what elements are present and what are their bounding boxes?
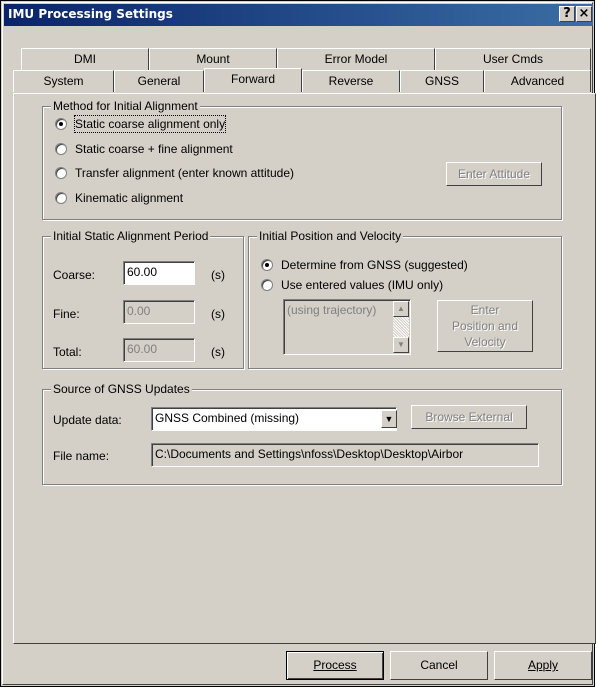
close-button[interactable]: × bbox=[576, 6, 592, 22]
radio-button bbox=[55, 192, 67, 204]
tab-label: User Cmds bbox=[482, 52, 543, 66]
coarse-input[interactable]: 60.00 bbox=[123, 261, 195, 285]
enter-attitude-button[interactable]: Enter Attitude bbox=[446, 162, 542, 186]
total-input: 60.00 bbox=[123, 338, 195, 362]
dialog-window: IMU Processing Settings ? × DMI Mount Er… bbox=[0, 0, 596, 687]
fine-label: Fine: bbox=[53, 307, 80, 321]
radio-label: Static coarse alignment only bbox=[73, 115, 227, 133]
enter-position-velocity-button[interactable]: Enter Position and Velocity bbox=[437, 300, 533, 352]
tab-label: System bbox=[43, 74, 84, 88]
tab-label: Reverse bbox=[328, 74, 374, 88]
tab-label: Mount bbox=[196, 52, 230, 66]
update-data-value: GNSS Combined (missing) bbox=[155, 411, 300, 425]
tab-system[interactable]: System bbox=[13, 70, 114, 92]
fine-unit: (s) bbox=[211, 307, 225, 321]
alignment-group: Method for Initial Alignment Static coar… bbox=[42, 99, 562, 220]
position-velocity-group-title: Initial Position and Velocity bbox=[257, 229, 404, 243]
coarse-unit: (s) bbox=[211, 268, 225, 282]
gnss-updates-group: Source of GNSS Updates Update data: GNSS… bbox=[42, 382, 562, 485]
coarse-label: Coarse: bbox=[53, 268, 96, 282]
dropdown-arrow-icon[interactable]: ▼ bbox=[381, 410, 397, 428]
radio-label: Kinematic alignment bbox=[75, 191, 184, 205]
static-period-group-title: Initial Static Alignment Period bbox=[51, 229, 211, 243]
tab-mount[interactable]: Mount bbox=[149, 48, 277, 70]
tab-gnss[interactable]: GNSS bbox=[400, 70, 484, 92]
radio-label: Determine from GNSS (suggested) bbox=[281, 258, 468, 272]
tab-error-model[interactable]: Error Model bbox=[277, 48, 435, 70]
position-velocity-group: Initial Position and Velocity Determine … bbox=[248, 229, 562, 369]
total-label: Total: bbox=[53, 345, 82, 359]
scroll-up-icon[interactable]: ▲ bbox=[393, 301, 409, 317]
button-line: Velocity bbox=[464, 335, 506, 349]
title-bar[interactable]: IMU Processing Settings ? × bbox=[4, 4, 593, 26]
file-name-field[interactable]: C:\Documents and Settings\nfoss\Desktop\… bbox=[151, 443, 539, 467]
tab-forward[interactable]: Forward bbox=[204, 68, 302, 92]
scroll-down-icon[interactable]: ▼ bbox=[393, 337, 409, 353]
radio-button-selected bbox=[55, 118, 67, 130]
static-period-group: Initial Static Alignment Period Coarse: … bbox=[42, 229, 244, 369]
apply-button[interactable]: Apply bbox=[494, 651, 592, 680]
tab-general[interactable]: General bbox=[114, 70, 204, 92]
radio-label: Transfer alignment (enter known attitude… bbox=[75, 166, 294, 180]
button-line: Enter bbox=[470, 303, 500, 317]
tab-label: Advanced bbox=[510, 74, 565, 88]
tab-label: Forward bbox=[230, 72, 275, 86]
trajectory-list-item: (using trajectory) bbox=[287, 303, 377, 317]
trajectory-list[interactable]: (using trajectory) bbox=[283, 299, 411, 355]
close-icon: × bbox=[578, 6, 590, 21]
update-data-select[interactable]: GNSS Combined (missing) bbox=[151, 407, 397, 431]
update-data-label: Update data: bbox=[53, 413, 122, 427]
radio-label: Use entered values (IMU only) bbox=[281, 278, 444, 292]
help-icon: ? bbox=[563, 6, 571, 21]
radio-button bbox=[55, 167, 67, 179]
tab-page-forward: Method for Initial Alignment Static coar… bbox=[13, 93, 596, 644]
gnss-updates-group-title: Source of GNSS Updates bbox=[51, 382, 192, 396]
process-label: Process bbox=[313, 658, 357, 672]
fine-input[interactable]: 0.00 bbox=[123, 300, 195, 324]
tab-label: GNSS bbox=[424, 74, 459, 88]
total-unit: (s) bbox=[211, 345, 225, 359]
file-name-label: File name: bbox=[53, 449, 110, 463]
alignment-group-title: Method for Initial Alignment bbox=[51, 99, 200, 113]
radio-button-selected bbox=[261, 259, 273, 271]
tab-user-cmds[interactable]: User Cmds bbox=[435, 48, 591, 70]
process-button[interactable]: Process bbox=[286, 651, 384, 680]
window-title: IMU Processing Settings bbox=[8, 7, 173, 21]
tab-dmi[interactable]: DMI bbox=[21, 48, 149, 70]
tab-advanced[interactable]: Advanced bbox=[484, 70, 591, 92]
apply-label: Apply bbox=[527, 658, 559, 672]
radio-button bbox=[261, 279, 273, 291]
radio-button bbox=[55, 143, 67, 155]
tab-label: General bbox=[137, 74, 181, 88]
cancel-button[interactable]: Cancel bbox=[390, 651, 488, 680]
tab-label: DMI bbox=[74, 52, 96, 66]
tab-reverse[interactable]: Reverse bbox=[302, 70, 400, 92]
radio-label: Static coarse + fine alignment bbox=[75, 142, 233, 156]
trajectory-scrollbar[interactable]: ▲ ▼ bbox=[393, 301, 409, 353]
browse-external-button[interactable]: Browse External bbox=[411, 405, 527, 429]
button-line: Position and bbox=[451, 319, 519, 333]
cancel-label: Cancel bbox=[420, 658, 458, 672]
help-button[interactable]: ? bbox=[559, 6, 575, 22]
tab-label: Error Model bbox=[324, 52, 388, 66]
